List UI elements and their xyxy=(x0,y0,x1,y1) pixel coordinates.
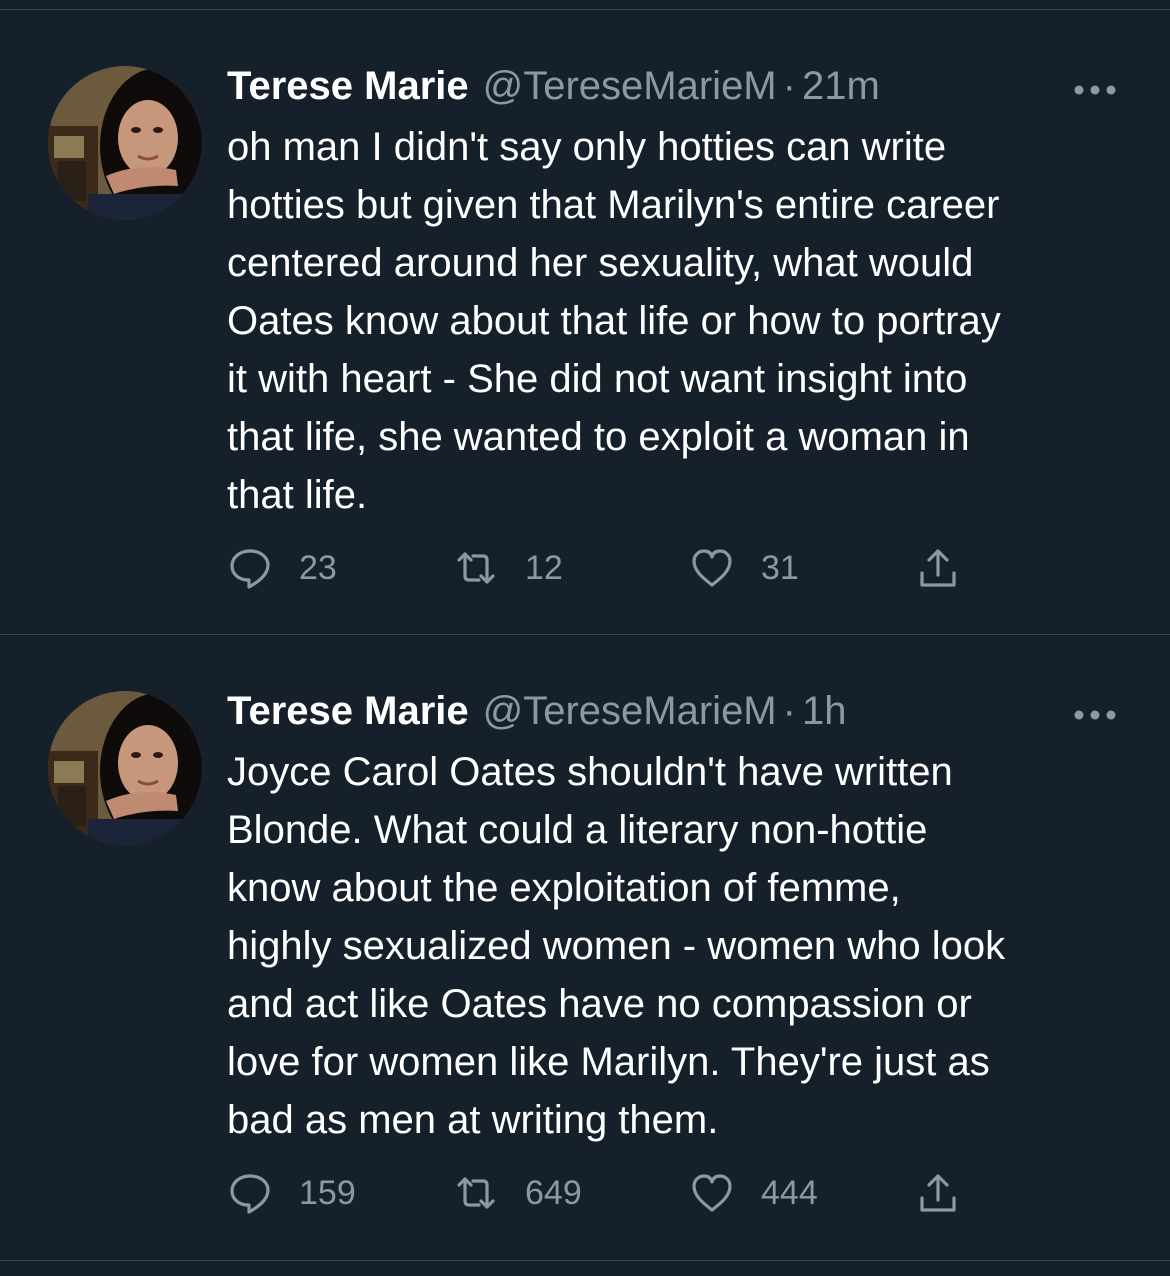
share-button[interactable] xyxy=(915,543,961,593)
avatar[interactable] xyxy=(48,66,202,220)
like-button[interactable]: 444 xyxy=(689,1168,818,1218)
tweet[interactable]: Terese Marie @TereseMarieM · 21m oh man … xyxy=(0,10,1170,634)
reply-button[interactable]: 23 xyxy=(227,543,337,593)
tweet-actions: 159 649 444 xyxy=(227,1168,987,1218)
tweet-text: oh man I didn't say only hotties can wri… xyxy=(227,125,1001,517)
heart-icon xyxy=(692,549,732,587)
tweet[interactable]: Terese Marie @TereseMarieM · 1h Joyce Ca… xyxy=(0,635,1170,1260)
retweet-icon xyxy=(457,552,495,584)
retweet-icon xyxy=(457,1177,495,1209)
share-icon xyxy=(920,549,956,587)
retweet-count: 12 xyxy=(525,548,563,587)
share-button[interactable] xyxy=(915,1168,961,1218)
more-horizontal-icon[interactable] xyxy=(1072,705,1118,725)
tweet-divider xyxy=(0,1260,1170,1261)
like-button[interactable]: 31 xyxy=(689,543,799,593)
reply-bubble-icon xyxy=(230,549,270,589)
tweet-timestamp[interactable]: 1h xyxy=(802,685,847,737)
tweet-content: Terese Marie @TereseMarieM · 21m oh man … xyxy=(227,60,1127,524)
user-handle[interactable]: @TereseMarieM xyxy=(483,685,777,737)
reply-bubble-icon xyxy=(230,1174,270,1214)
tweet-text: Joyce Carol Oates shouldn't have written… xyxy=(227,750,1006,1142)
tweet-timestamp[interactable]: 21m xyxy=(802,60,880,112)
share-icon xyxy=(920,1174,956,1212)
tweet-content: Terese Marie @TereseMarieM · 1h Joyce Ca… xyxy=(227,685,1127,1149)
separator-dot: · xyxy=(782,64,796,108)
more-horizontal-icon[interactable] xyxy=(1072,80,1118,100)
retweet-button[interactable]: 649 xyxy=(453,1168,582,1218)
separator-dot: · xyxy=(782,689,796,733)
display-name[interactable]: Terese Marie xyxy=(227,60,469,112)
reply-count: 159 xyxy=(299,1173,356,1212)
user-handle[interactable]: @TereseMarieM xyxy=(483,60,777,112)
tweet-header: Terese Marie @TereseMarieM · 1h xyxy=(227,685,1127,737)
like-count: 444 xyxy=(761,1173,818,1212)
tweet-header: Terese Marie @TereseMarieM · 21m xyxy=(227,60,1127,112)
avatar[interactable] xyxy=(48,691,202,845)
like-count: 31 xyxy=(761,548,799,587)
timeline: Terese Marie @TereseMarieM · 21m oh man … xyxy=(0,0,1170,1276)
tweet-actions: 23 12 31 xyxy=(227,543,987,593)
reply-button[interactable]: 159 xyxy=(227,1168,356,1218)
display-name[interactable]: Terese Marie xyxy=(227,685,469,737)
retweet-count: 649 xyxy=(525,1173,582,1212)
reply-count: 23 xyxy=(299,548,337,587)
retweet-button[interactable]: 12 xyxy=(453,543,563,593)
heart-icon xyxy=(692,1174,732,1212)
